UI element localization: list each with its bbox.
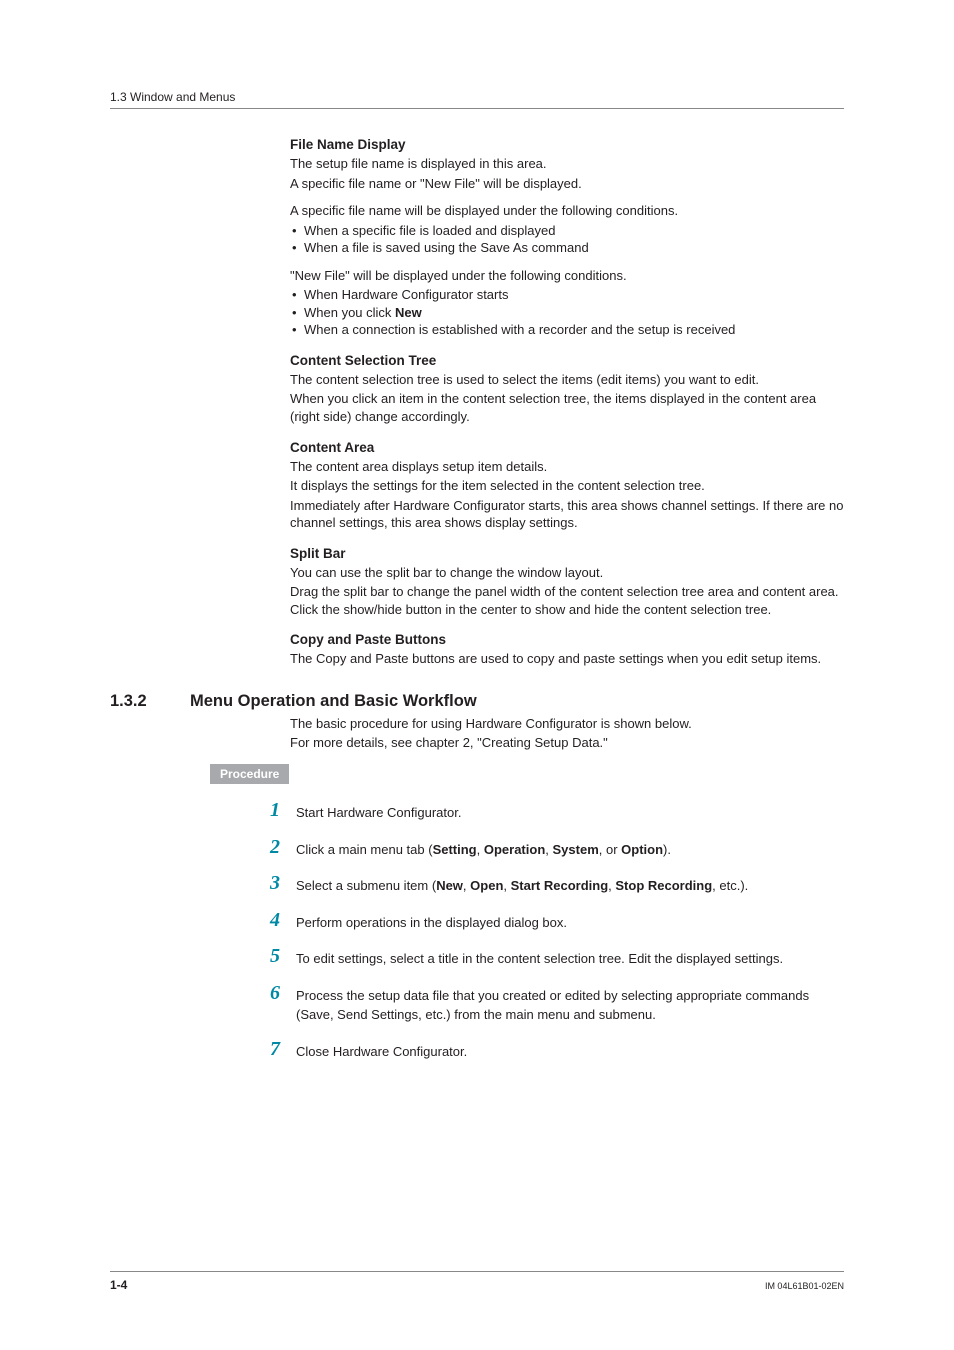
heading-content-area: Content Area [290, 440, 844, 455]
step-text: Process the setup data file that you cre… [296, 983, 844, 1025]
step-text: To edit settings, select a title in the … [296, 946, 783, 969]
step-row: 6 Process the setup data file that you c… [270, 983, 844, 1025]
heading-file-name-display: File Name Display [290, 137, 844, 152]
bullet-item: When a connection is established with a … [290, 321, 844, 339]
step-number: 7 [270, 1039, 296, 1059]
running-header: 1.3 Window and Menus [110, 90, 844, 109]
bullet-item: When Hardware Configurator starts [290, 286, 844, 304]
step-text: Close Hardware Configurator. [296, 1039, 467, 1062]
page-footer: 1-4 IM 04L61B01-02EN [110, 1271, 844, 1292]
step-number: 5 [270, 946, 296, 966]
body-text: The basic procedure for using Hardware C… [290, 715, 844, 733]
body-text: The Copy and Paste buttons are used to c… [290, 650, 844, 668]
body-text: When you click an item in the content se… [290, 390, 844, 425]
step-number: 1 [270, 800, 296, 820]
heading-split-bar: Split Bar [290, 546, 844, 561]
procedure-label: Procedure [210, 764, 289, 784]
step-row: 2 Click a main menu tab (Setting, Operat… [270, 837, 844, 860]
step-text: Click a main menu tab (Setting, Operatio… [296, 837, 671, 860]
bullet-list: When a specific file is loaded and displ… [290, 222, 844, 257]
step-row: 7 Close Hardware Configurator. [270, 1039, 844, 1062]
bullet-item: When a file is saved using the Save As c… [290, 239, 844, 257]
step-number: 2 [270, 837, 296, 857]
step-number: 4 [270, 910, 296, 930]
step-row: 3 Select a submenu item (New, Open, Star… [270, 873, 844, 896]
step-number: 3 [270, 873, 296, 893]
step-number: 6 [270, 983, 296, 1003]
step-text: Select a submenu item (New, Open, Start … [296, 873, 748, 896]
bullet-item: When you click New [290, 304, 844, 322]
body-text: You can use the split bar to change the … [290, 564, 844, 582]
page-number: 1-4 [110, 1278, 127, 1292]
step-text: Perform operations in the displayed dial… [296, 910, 567, 933]
body-text: A specific file name will be displayed u… [290, 202, 844, 220]
step-text: Start Hardware Configurator. [296, 800, 461, 823]
body-text: For more details, see chapter 2, "Creati… [290, 734, 844, 752]
step-row: 5 To edit settings, select a title in th… [270, 946, 844, 969]
heading-content-selection-tree: Content Selection Tree [290, 353, 844, 368]
body-text: The content area displays setup item det… [290, 458, 844, 476]
bullet-item: When a specific file is loaded and displ… [290, 222, 844, 240]
body-text: The content selection tree is used to se… [290, 371, 844, 389]
subsection-heading: 1.3.2 Menu Operation and Basic Workflow [110, 692, 844, 711]
step-row: 1 Start Hardware Configurator. [270, 800, 844, 823]
subsection-number: 1.3.2 [110, 692, 190, 711]
subsection-title: Menu Operation and Basic Workflow [190, 692, 477, 711]
body-text: "New File" will be displayed under the f… [290, 267, 844, 285]
bullet-list: When Hardware Configurator starts When y… [290, 286, 844, 339]
procedure-steps: 1 Start Hardware Configurator. 2 Click a… [270, 800, 844, 1061]
body-text: Immediately after Hardware Configurator … [290, 497, 844, 532]
body-text: A specific file name or "New File" will … [290, 175, 844, 193]
body-text: Drag the split bar to change the panel w… [290, 583, 844, 618]
heading-copy-paste: Copy and Paste Buttons [290, 632, 844, 647]
step-row: 4 Perform operations in the displayed di… [270, 910, 844, 933]
body-text: The setup file name is displayed in this… [290, 155, 844, 173]
document-id: IM 04L61B01-02EN [765, 1281, 844, 1291]
body-text: It displays the settings for the item se… [290, 477, 844, 495]
